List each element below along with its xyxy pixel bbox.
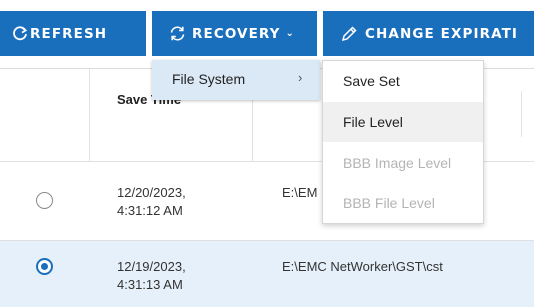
save-date: 12/20/2023,	[117, 185, 186, 200]
toolbar: REFRESH RECOVERY ⌄ CHANGE EXPIRATI	[0, 0, 534, 67]
recovery-icon	[169, 25, 186, 42]
refresh-button[interactable]: REFRESH	[0, 11, 146, 56]
column-divider	[521, 91, 522, 137]
menu-item-bbb-file-level: BBB File Level	[343, 195, 435, 211]
change-expiration-label: CHANGE EXPIRATI	[365, 25, 519, 42]
save-time: 4:31:13 AM	[117, 277, 183, 292]
save-time: 4:31:12 AM	[117, 203, 183, 218]
chevron-right-icon: ›	[298, 70, 303, 85]
path-cell: E:\EM	[282, 185, 318, 200]
refresh-icon	[12, 25, 28, 42]
recovery-label: RECOVERY	[192, 25, 281, 42]
refresh-label: REFRESH	[30, 25, 108, 42]
chevron-down-icon: ⌄	[285, 28, 296, 39]
recovery-button[interactable]: RECOVERY ⌄	[152, 11, 317, 56]
file-system-submenu: Save Set File Level BBB Image Level BBB …	[322, 60, 484, 224]
save-date: 12/19/2023,	[117, 259, 186, 274]
row-select-radio-checked[interactable]	[36, 258, 53, 275]
column-divider	[89, 69, 90, 161]
recovery-menu: File System ›	[152, 60, 320, 100]
save-time-cell: 12/20/2023, 4:31:12 AM	[117, 184, 186, 220]
change-expiration-button[interactable]: CHANGE EXPIRATI	[323, 11, 534, 56]
menu-item-bbb-image-level: BBB Image Level	[343, 155, 452, 171]
table-row-selected[interactable]: 12/19/2023, 4:31:13 AM E:\EMC NetWorker\…	[0, 241, 534, 307]
menu-item-file-system[interactable]: File System	[172, 71, 245, 87]
save-time-cell: 12/19/2023, 4:31:13 AM	[117, 258, 186, 294]
pencil-icon	[341, 25, 357, 42]
menu-item-file-level[interactable]: File Level	[323, 102, 483, 142]
row-select-radio[interactable]	[36, 192, 53, 209]
path-cell: E:\EMC NetWorker\GST\cst	[282, 259, 443, 274]
menu-item-save-set[interactable]: Save Set	[323, 61, 483, 101]
